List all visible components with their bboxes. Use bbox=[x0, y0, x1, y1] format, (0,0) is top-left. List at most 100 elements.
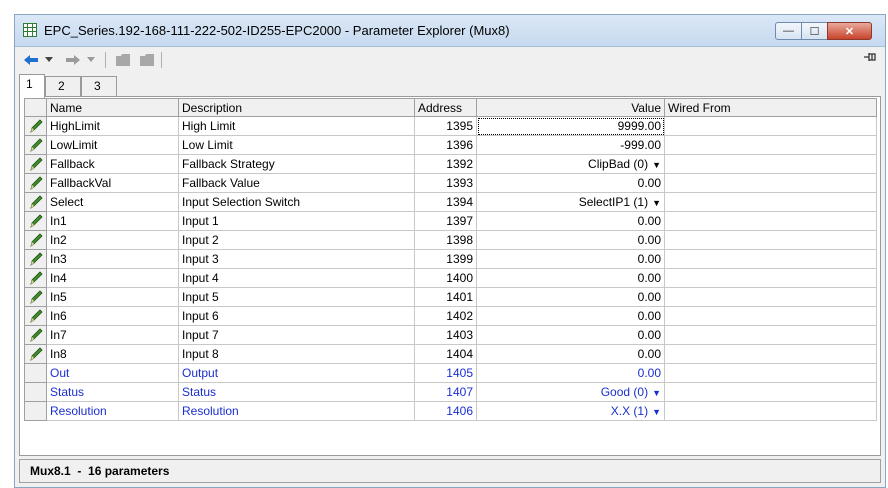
cell-description[interactable]: Input 3 bbox=[178, 249, 415, 269]
chevron-down-icon[interactable]: ▼ bbox=[652, 388, 661, 398]
folder-up-icon[interactable] bbox=[137, 51, 157, 69]
cell-name[interactable]: In6 bbox=[46, 306, 179, 326]
cell-address[interactable]: 1404 bbox=[414, 344, 477, 364]
chevron-down-icon[interactable]: ▼ bbox=[652, 407, 661, 417]
cell-description[interactable]: Input 4 bbox=[178, 268, 415, 288]
cell-description[interactable]: Output bbox=[178, 363, 415, 383]
table-row[interactable]: In8 Input 8 1404 0.00 bbox=[24, 344, 877, 364]
cell-name[interactable]: FallbackVal bbox=[46, 173, 179, 193]
forward-arrow-icon[interactable] bbox=[63, 51, 83, 69]
tab-2[interactable]: 2 bbox=[45, 76, 81, 96]
cell-wired-from[interactable] bbox=[664, 363, 877, 383]
cell-name[interactable]: In3 bbox=[46, 249, 179, 269]
cell-description[interactable]: Input 7 bbox=[178, 325, 415, 345]
cell-description[interactable]: Input 6 bbox=[178, 306, 415, 326]
tab-1[interactable]: 1 bbox=[19, 74, 45, 98]
column-header-name[interactable]: Name bbox=[46, 98, 179, 117]
cell-name[interactable]: Select bbox=[46, 192, 179, 212]
table-row[interactable]: Out Output 1405 0.00 bbox=[24, 363, 877, 383]
column-header-description[interactable]: Description bbox=[178, 98, 415, 117]
cell-address[interactable]: 1396 bbox=[414, 135, 477, 155]
cell-description[interactable]: Input 5 bbox=[178, 287, 415, 307]
table-row[interactable]: Status Status 1407 Good (0) ▼ bbox=[24, 382, 877, 402]
chevron-down-icon[interactable]: ▼ bbox=[652, 160, 661, 170]
cell-address[interactable]: 1402 bbox=[414, 306, 477, 326]
table-row[interactable]: In2 Input 2 1398 0.00 bbox=[24, 230, 877, 250]
cell-name[interactable]: Out bbox=[46, 363, 179, 383]
table-row[interactable]: In4 Input 4 1400 0.00 bbox=[24, 268, 877, 288]
table-row[interactable]: FallbackVal Fallback Value 1393 0.00 bbox=[24, 173, 877, 193]
cell-description[interactable]: Status bbox=[178, 382, 415, 402]
cell-name[interactable]: In5 bbox=[46, 287, 179, 307]
cell-wired-from[interactable] bbox=[664, 268, 877, 288]
cell-value[interactable]: 9999.00 bbox=[476, 116, 665, 136]
cell-value[interactable]: -999.00 bbox=[476, 135, 665, 155]
cell-description[interactable]: Input Selection Switch bbox=[178, 192, 415, 212]
close-button[interactable]: ✕ bbox=[827, 22, 872, 40]
table-row[interactable]: Select Input Selection Switch 1394 SelectIP… bbox=[24, 192, 877, 212]
title-bar[interactable]: EPC_Series.192-168-111-222-502-ID255-EPC… bbox=[15, 15, 885, 47]
cell-wired-from[interactable] bbox=[664, 382, 877, 402]
cell-description[interactable]: Input 2 bbox=[178, 230, 415, 250]
cell-name[interactable]: In7 bbox=[46, 325, 179, 345]
cell-name[interactable]: In2 bbox=[46, 230, 179, 250]
cell-address[interactable]: 1397 bbox=[414, 211, 477, 231]
cell-wired-from[interactable] bbox=[664, 401, 877, 421]
column-header-value[interactable]: Value bbox=[476, 98, 665, 117]
cell-address[interactable]: 1393 bbox=[414, 173, 477, 193]
cell-description[interactable]: Low Limit bbox=[178, 135, 415, 155]
table-row[interactable]: In5 Input 5 1401 0.00 bbox=[24, 287, 877, 307]
cell-value[interactable]: 0.00 bbox=[476, 249, 665, 269]
cell-address[interactable]: 1403 bbox=[414, 325, 477, 345]
cell-name[interactable]: HighLimit bbox=[46, 116, 179, 136]
column-header-address[interactable]: Address bbox=[414, 98, 477, 117]
cell-name[interactable]: In1 bbox=[46, 211, 179, 231]
cell-wired-from[interactable] bbox=[664, 135, 877, 155]
cell-address[interactable]: 1406 bbox=[414, 401, 477, 421]
cell-description[interactable]: Input 1 bbox=[178, 211, 415, 231]
cell-address[interactable]: 1405 bbox=[414, 363, 477, 383]
cell-address[interactable]: 1394 bbox=[414, 192, 477, 212]
cell-name[interactable]: Status bbox=[46, 382, 179, 402]
table-row[interactable]: In7 Input 7 1403 0.00 bbox=[24, 325, 877, 345]
cell-wired-from[interactable] bbox=[664, 287, 877, 307]
cell-description[interactable]: Fallback Strategy bbox=[178, 154, 415, 174]
table-row[interactable]: Resolution Resolution 1406 X.X (1) ▼ bbox=[24, 401, 877, 421]
table-row[interactable]: In1 Input 1 1397 0.00 bbox=[24, 211, 877, 231]
cell-value[interactable]: Good (0) ▼ bbox=[476, 382, 665, 402]
table-row[interactable]: Fallback Fallback Strategy 1392 ClipBad (0)… bbox=[24, 154, 877, 174]
cell-value[interactable]: 0.00 bbox=[476, 173, 665, 193]
cell-value[interactable]: 0.00 bbox=[476, 306, 665, 326]
cell-description[interactable]: Input 8 bbox=[178, 344, 415, 364]
cell-name[interactable]: Fallback bbox=[46, 154, 179, 174]
chevron-down-icon[interactable]: ▼ bbox=[652, 198, 661, 208]
pin-icon[interactable] bbox=[863, 51, 877, 66]
cell-wired-from[interactable] bbox=[664, 116, 877, 136]
folder-icon[interactable] bbox=[113, 51, 133, 69]
cell-wired-from[interactable] bbox=[664, 325, 877, 345]
table-row[interactable]: In3 Input 3 1399 0.00 bbox=[24, 249, 877, 269]
cell-description[interactable]: High Limit bbox=[178, 116, 415, 136]
cell-wired-from[interactable] bbox=[664, 192, 877, 212]
cell-value[interactable]: 0.00 bbox=[476, 363, 665, 383]
cell-description[interactable]: Fallback Value bbox=[178, 173, 415, 193]
cell-address[interactable]: 1392 bbox=[414, 154, 477, 174]
cell-description[interactable]: Resolution bbox=[178, 401, 415, 421]
cell-value[interactable]: 0.00 bbox=[476, 287, 665, 307]
cell-name[interactable]: In4 bbox=[46, 268, 179, 288]
cell-name[interactable]: LowLimit bbox=[46, 135, 179, 155]
cell-address[interactable]: 1400 bbox=[414, 268, 477, 288]
cell-value[interactable]: 0.00 bbox=[476, 325, 665, 345]
forward-dropdown-chevron-down-icon[interactable] bbox=[85, 51, 97, 69]
cell-value[interactable]: 0.00 bbox=[476, 344, 665, 364]
tab-3[interactable]: 3 bbox=[81, 76, 117, 96]
cell-wired-from[interactable] bbox=[664, 306, 877, 326]
cell-wired-from[interactable] bbox=[664, 230, 877, 250]
cell-wired-from[interactable] bbox=[664, 211, 877, 231]
cell-address[interactable]: 1395 bbox=[414, 116, 477, 136]
minimize-button[interactable]: — bbox=[775, 22, 802, 40]
cell-wired-from[interactable] bbox=[664, 344, 877, 364]
back-dropdown-chevron-down-icon[interactable] bbox=[43, 51, 55, 69]
table-row[interactable]: HighLimit High Limit 1395 9999.00 bbox=[24, 116, 877, 136]
cell-wired-from[interactable] bbox=[664, 249, 877, 269]
